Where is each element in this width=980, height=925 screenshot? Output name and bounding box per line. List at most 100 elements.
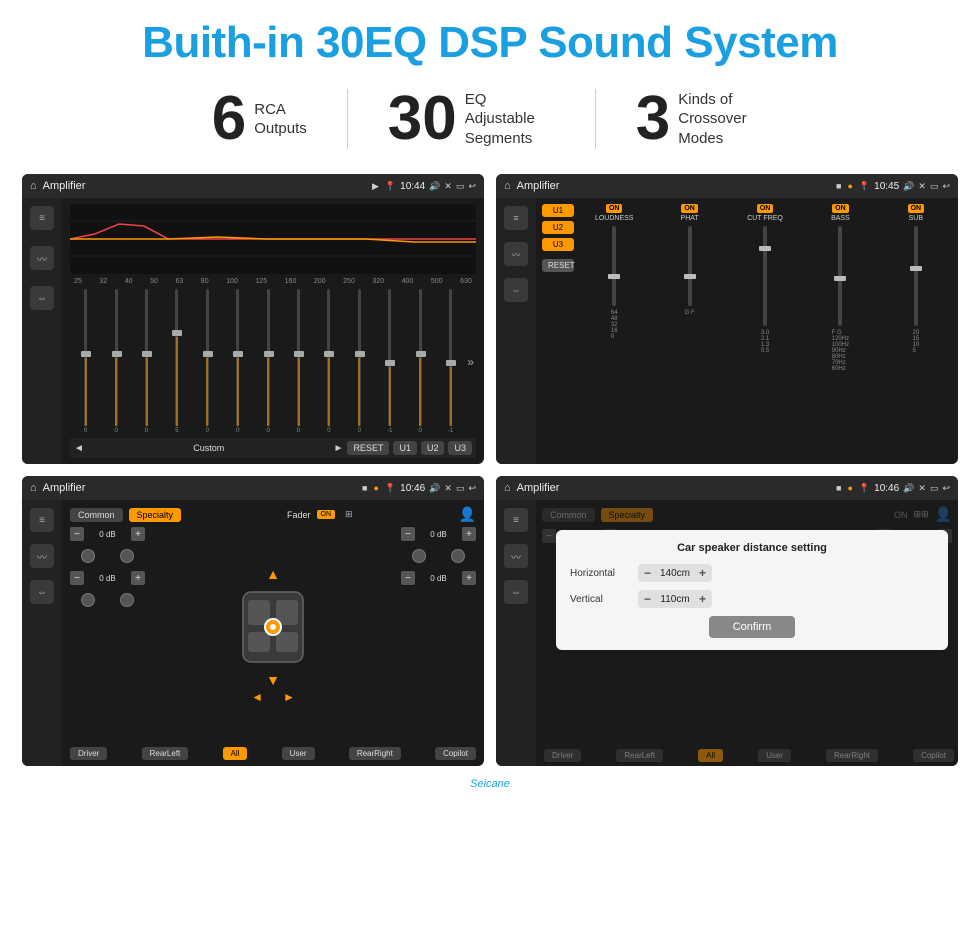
amp-sidebar-arrow-icon[interactable]: ⇔: [504, 278, 528, 302]
fader-sidebar-eq-icon[interactable]: ≡: [30, 508, 54, 532]
dist-sidebar-wave-icon[interactable]: 〰: [504, 544, 528, 568]
amp-cutfreq-fader[interactable]: [763, 226, 767, 326]
amp-channel-sub: ON SUB 2015105: [880, 204, 952, 372]
fader-rearleft-btn[interactable]: RearLeft: [142, 747, 189, 760]
amp-row: U1 U2 U3 RESET ON LOUDNESS 644832160: [542, 204, 952, 458]
fader-sidebar-arrow-icon[interactable]: ⇔: [30, 580, 54, 604]
fader-copilot-btn[interactable]: Copilot: [435, 747, 476, 760]
amp-sub-sub: 2015105: [912, 330, 919, 354]
eq-reset-btn[interactable]: RESET: [347, 441, 389, 455]
eq-content: ≡ 〰 ⇔: [22, 198, 484, 464]
dist-screen: ⌂ Amplifier ■ ● 📍 10:46 🔊 ✕ ▭ ↩ ≡ 〰 ⇔: [496, 476, 958, 766]
eq-prev-icon[interactable]: ◄: [74, 443, 84, 454]
amp-u1-btn[interactable]: U1: [542, 204, 574, 217]
fader-db-plus-1[interactable]: +: [131, 527, 145, 541]
eq-slider-11[interactable]: -1: [376, 289, 403, 434]
eq-slider-9[interactable]: 0: [315, 289, 342, 434]
fader-db-minus-4[interactable]: −: [401, 571, 415, 585]
fader-user-btn[interactable]: User: [282, 747, 315, 760]
eq-slider-4[interactable]: 5: [163, 289, 190, 434]
amp-loudness-on[interactable]: ON: [606, 204, 623, 213]
amp-bass-fader[interactable]: [838, 226, 842, 326]
eq-home-icon[interactable]: ⌂: [30, 180, 37, 192]
eq-u1-btn[interactable]: U1: [393, 441, 417, 455]
fader-left-arrow[interactable]: ◄: [251, 690, 263, 704]
amp-channels: ON LOUDNESS 644832160 ON PHAT G F: [578, 204, 952, 372]
fader-home-icon[interactable]: ⌂: [30, 482, 37, 494]
amp-home-icon[interactable]: ⌂: [504, 180, 511, 192]
dialog-vertical-minus[interactable]: −: [644, 592, 651, 606]
eq-sliders: 0 0 0 5 0: [70, 289, 476, 434]
eq-slider-3[interactable]: 0: [133, 289, 160, 434]
dist-sidebar-eq-icon[interactable]: ≡: [504, 508, 528, 532]
stat-crossover-label: Kinds ofCrossover Modes: [678, 90, 768, 149]
dist-sidebar-arrow-icon[interactable]: ⇔: [504, 580, 528, 604]
amp-bass-on[interactable]: ON: [832, 204, 849, 213]
eq-slider-10[interactable]: 0: [346, 289, 373, 434]
eq-slider-13[interactable]: -1: [437, 289, 464, 434]
dialog-horizontal-label: Horizontal: [570, 568, 630, 579]
fader-db-minus-3[interactable]: −: [401, 527, 415, 541]
amp-phat-on[interactable]: ON: [681, 204, 698, 213]
fader-right-arrow[interactable]: ►: [283, 690, 295, 704]
amp-u2-btn[interactable]: U2: [542, 221, 574, 234]
eq-slider-7[interactable]: 0: [254, 289, 281, 434]
fader-tab-common[interactable]: Common: [70, 508, 123, 522]
fader-tab-specialty[interactable]: Specialty: [129, 508, 182, 522]
dialog-horizontal-minus[interactable]: −: [644, 566, 651, 580]
eq-vol-icon: 🔊: [429, 181, 440, 192]
amp-dot-icon: ●: [847, 181, 852, 191]
dist-home-icon[interactable]: ⌂: [504, 482, 511, 494]
fader-sidebar-wave-icon[interactable]: 〰: [30, 544, 54, 568]
amp-u3-btn[interactable]: U3: [542, 238, 574, 251]
fader-db-plus-3[interactable]: +: [462, 527, 476, 541]
eq-slider-5[interactable]: 0: [194, 289, 221, 434]
amp-channel-cutfreq: ON CUT FREQ 3.02.11.30.5: [729, 204, 801, 372]
eq-slider-1[interactable]: 0: [72, 289, 99, 434]
speaker-icon-fr: [120, 549, 134, 563]
amp-bass-label: BASS: [831, 215, 850, 222]
confirm-button[interactable]: Confirm: [709, 616, 796, 638]
dialog-horizontal-plus[interactable]: +: [699, 566, 706, 580]
eq-slider-8[interactable]: 0: [285, 289, 312, 434]
eq-sidebar-eq-icon[interactable]: ≡: [30, 206, 54, 230]
amp-sub-on[interactable]: ON: [908, 204, 925, 213]
fader-rearright-btn[interactable]: RearRight: [349, 747, 401, 760]
stat-crossover: 3 Kinds ofCrossover Modes: [596, 88, 808, 150]
fader-db-minus-1[interactable]: −: [70, 527, 84, 541]
amp-phat-sub: G F: [685, 310, 695, 316]
fader-up-arrow[interactable]: ▲: [266, 566, 280, 582]
dist-driver-btn: Driver: [544, 749, 581, 762]
dialog-vertical-plus[interactable]: +: [699, 592, 706, 606]
fader-db-minus-2[interactable]: −: [70, 571, 84, 585]
eq-u2-btn[interactable]: U2: [421, 441, 445, 455]
fader-all-btn[interactable]: All: [223, 747, 248, 760]
eq-sidebar-wave-icon[interactable]: 〰: [30, 246, 54, 270]
fader-db-plus-4[interactable]: +: [462, 571, 476, 585]
fader-speaker-row-1: [70, 549, 145, 563]
eq-time: 10:44: [400, 181, 425, 192]
eq-u3-btn[interactable]: U3: [448, 441, 472, 455]
amp-vol-icon: 🔊: [903, 181, 914, 192]
eq-slider-6[interactable]: 0: [224, 289, 251, 434]
dist-user-btn: User: [758, 749, 791, 762]
amp-loudness-fader[interactable]: [612, 226, 616, 306]
amp-reset-btn[interactable]: RESET: [542, 259, 574, 272]
stat-rca-number: 6: [212, 88, 246, 150]
eq-slider-2[interactable]: 0: [102, 289, 129, 434]
fader-db-plus-2[interactable]: +: [131, 571, 145, 585]
fader-driver-btn[interactable]: Driver: [70, 747, 107, 760]
fader-down-arrow[interactable]: ▼: [266, 672, 280, 688]
amp-sidebar-wave-icon[interactable]: 〰: [504, 242, 528, 266]
amp-phat-fader[interactable]: [688, 226, 692, 306]
amp-sub-fader[interactable]: [914, 226, 918, 326]
dist-x-icon: ✕: [918, 483, 926, 494]
dist-rearleft-btn: RearLeft: [616, 749, 663, 762]
amp-sidebar-eq-icon[interactable]: ≡: [504, 206, 528, 230]
amp-back-icon: ↩: [942, 181, 950, 192]
eq-sidebar-arrow-icon[interactable]: ⇔: [30, 286, 54, 310]
eq-slider-12[interactable]: 0: [406, 289, 433, 434]
watermark: Seicane: [0, 776, 980, 796]
eq-next-icon[interactable]: ►: [334, 443, 344, 454]
amp-cutfreq-on[interactable]: ON: [757, 204, 774, 213]
